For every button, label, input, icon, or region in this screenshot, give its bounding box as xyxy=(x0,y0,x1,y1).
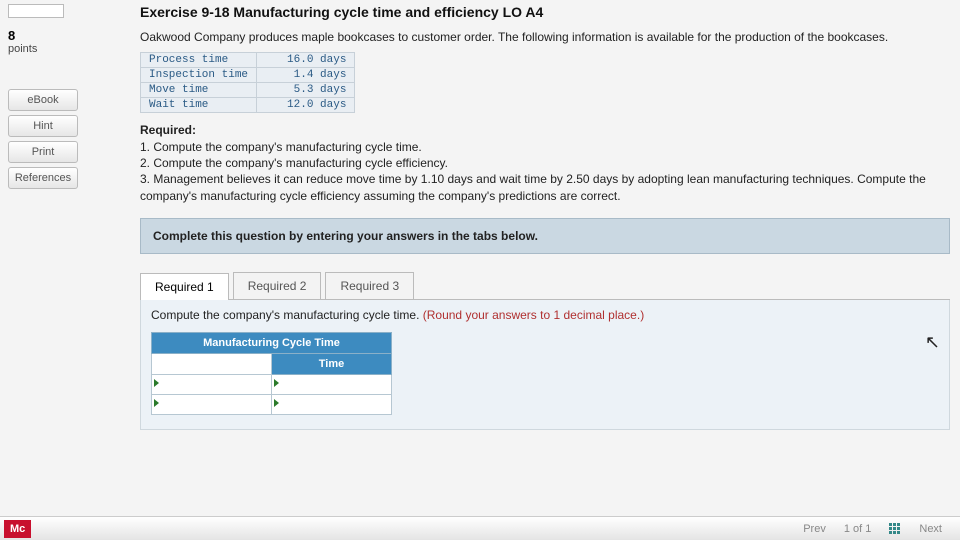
question-number-box xyxy=(8,4,64,18)
print-button[interactable]: Print xyxy=(8,141,78,163)
grid-icon[interactable] xyxy=(889,523,901,535)
mct-value-cell-1[interactable] xyxy=(272,374,392,394)
tab-prompt: Compute the company's manufacturing cycl… xyxy=(151,308,939,322)
mct-col-time: Time xyxy=(272,353,392,374)
hint-button[interactable]: Hint xyxy=(8,115,78,137)
required-list: 1. Compute the company's manufacturing c… xyxy=(140,139,950,204)
references-button[interactable]: References xyxy=(8,167,78,189)
cursor-icon: ↖ xyxy=(925,332,940,353)
required-heading: Required: xyxy=(140,123,950,137)
data-table: Process time16.0 days Inspection time1.4… xyxy=(140,52,355,113)
instruction-bar: Complete this question by entering your … xyxy=(140,218,950,254)
answer-tabs: Required 1 Required 2 Required 3 xyxy=(140,272,950,300)
list-item: 2. Compute the company's manufacturing c… xyxy=(140,155,950,171)
exercise-intro: Oakwood Company produces maple bookcases… xyxy=(140,30,950,44)
page-position: 1 of 1 xyxy=(844,523,872,535)
brand-badge: Mc xyxy=(4,520,31,538)
table-row: Move time5.3 days xyxy=(141,83,355,98)
tab-required-1[interactable]: Required 1 xyxy=(140,273,229,300)
mct-label-cell-1[interactable] xyxy=(152,374,272,394)
mct-table: Manufacturing Cycle Time Time xyxy=(151,332,392,415)
next-button[interactable]: Next xyxy=(919,523,942,535)
exercise-title: Exercise 9-18 Manufacturing cycle time a… xyxy=(140,4,950,20)
table-row: Wait time12.0 days xyxy=(141,98,355,113)
list-item: 3. Management believes it can reduce mov… xyxy=(140,171,950,203)
points: 8 points xyxy=(8,28,112,55)
ebook-button[interactable]: eBook xyxy=(8,89,78,111)
tab-body: Compute the company's manufacturing cycl… xyxy=(140,300,950,430)
mct-value-cell-2[interactable] xyxy=(272,394,392,414)
footer-nav: Mc Prev 1 of 1 Next xyxy=(0,516,960,540)
tab-required-3[interactable]: Required 3 xyxy=(325,272,414,299)
mct-label-cell-2[interactable] xyxy=(152,394,272,414)
mct-header: Manufacturing Cycle Time xyxy=(152,332,392,353)
prev-button[interactable]: Prev xyxy=(803,523,826,535)
list-item: 1. Compute the company's manufacturing c… xyxy=(140,139,950,155)
tab-required-2[interactable]: Required 2 xyxy=(233,272,322,299)
table-row: Inspection time1.4 days xyxy=(141,68,355,83)
table-row: Process time16.0 days xyxy=(141,53,355,68)
